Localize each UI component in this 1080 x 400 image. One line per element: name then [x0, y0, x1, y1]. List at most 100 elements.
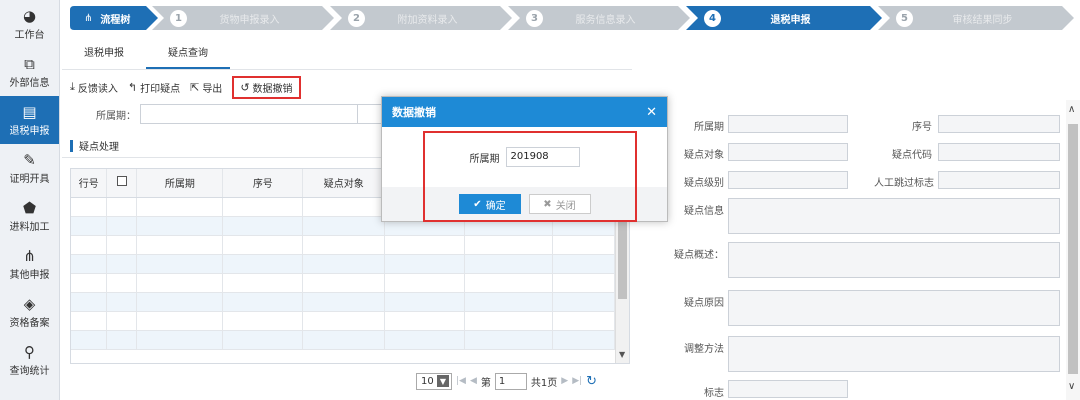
object-field[interactable]	[728, 143, 848, 161]
flag-field[interactable]	[728, 380, 848, 398]
method-field[interactable]	[728, 336, 1060, 372]
step-number: 3	[526, 9, 543, 27]
wizard-start[interactable]: ⋔ 流程树	[70, 6, 158, 30]
step-label: 货物申报录入	[219, 14, 280, 26]
level-field[interactable]	[728, 171, 848, 189]
summary-field[interactable]	[728, 242, 1060, 278]
first-page-icon[interactable]: |◀	[456, 376, 466, 386]
step-number: 2	[348, 9, 365, 27]
sitemap-icon: ⋔	[84, 12, 93, 24]
wizard-step-3[interactable]: 3 服务信息录入	[508, 6, 690, 30]
period-field[interactable]	[728, 115, 848, 133]
process-wizard: ⋔ 流程树 1 货物申报录入 2 附加资料录入 3 服务信息录入 4 退税申报 5 审核结果…	[62, 0, 1080, 36]
col-seq: 序号	[222, 169, 304, 198]
sidebar-item-label: 查询统计	[9, 365, 50, 377]
wizard-step-2[interactable]: 2 附加资料录入	[330, 6, 512, 30]
wizard-step-4[interactable]: 4 退税申报	[686, 6, 882, 30]
next-page-icon[interactable]: ▶	[561, 376, 568, 386]
undo-icon: ↺	[240, 80, 250, 94]
print-doubt-label: 打印疑点	[140, 83, 181, 95]
dialog-header: 数据撤销 ✕	[382, 97, 667, 127]
sidebar-item-processing[interactable]: ⬟ 进料加工	[0, 192, 59, 240]
wizard-step-5[interactable]: 5 审核结果同步	[878, 6, 1074, 30]
sidebar-item-label: 证明开具	[9, 173, 50, 185]
dialog-period-label: 所属期	[469, 153, 500, 165]
prev-page-icon[interactable]: ◀	[470, 376, 477, 386]
reason-label: 疑点原因	[684, 298, 724, 309]
period-filter-input[interactable]	[140, 104, 370, 124]
sidebar-item-workbench[interactable]: ◕ 工作台	[0, 0, 59, 48]
code-label: 疑点代码	[892, 150, 932, 161]
tab-doubt-query[interactable]: 疑点查询	[146, 40, 230, 69]
wizard-start-label: 流程树	[100, 14, 131, 26]
step-label: 退税申报	[770, 14, 811, 26]
sidebar-item-label: 退税申报	[9, 125, 50, 137]
export-button[interactable]: ⇱ 导出	[190, 80, 222, 95]
print-doubt-button[interactable]: ↰ 打印疑点	[128, 80, 180, 95]
col-period: 所属期	[136, 169, 224, 198]
last-page-icon[interactable]: ▶|	[572, 376, 582, 386]
manual-skip-label: 人工跳过标志	[874, 178, 934, 189]
sidebar: ◕ 工作台 ⧉ 外部信息 ▤ 退税申报 ✎ 证明开具 ⬟ 进料加工 ⋔ 其他申报 ◈ 资格备案…	[0, 0, 60, 400]
chevron-down-icon: ▼	[437, 375, 449, 387]
col-select-all[interactable]	[106, 169, 138, 198]
feedback-import-button[interactable]: ⤓ 反馈读入	[70, 80, 118, 95]
confirm-label: 确定	[485, 200, 506, 212]
close-icon[interactable]: ✕	[646, 105, 657, 120]
close-button[interactable]: ✖ 关闭	[528, 194, 591, 214]
reason-field[interactable]	[728, 290, 1060, 326]
cube-icon: ◈	[23, 294, 36, 313]
table-row[interactable]	[71, 311, 615, 331]
data-revoke-button[interactable]: ↺ 数据撤销	[232, 75, 301, 99]
page-number-input[interactable]: 1	[494, 372, 527, 390]
dialog-period-input[interactable]: 201908	[505, 147, 580, 167]
chevron-down-icon[interactable]: ∨	[1068, 381, 1075, 392]
confirm-button[interactable]: ✔ 确定	[458, 194, 521, 214]
sidebar-item-query-stats[interactable]: ⚲ 查询统计	[0, 336, 59, 384]
feedback-import-label: 反馈读入	[77, 83, 118, 95]
page-size-select[interactable]: 10 ▼	[416, 372, 452, 390]
seq-label: 序号	[912, 122, 932, 133]
export-label: 导出	[202, 83, 223, 95]
sitemap-icon: ⋔	[23, 246, 36, 265]
seq-field[interactable]	[938, 115, 1060, 133]
info-field[interactable]	[728, 198, 1060, 234]
reply-icon: ↰	[127, 80, 138, 94]
step-label: 服务信息录入	[575, 14, 636, 26]
section-title: 疑点处理	[79, 142, 119, 153]
period-filter-label: 所属期：	[96, 110, 136, 122]
sidebar-item-label: 资格备案	[9, 317, 50, 329]
col-object: 疑点对象	[302, 169, 386, 198]
sidebar-item-label: 外部信息	[9, 77, 50, 89]
select-all-checkbox[interactable]	[116, 176, 127, 187]
sidebar-item-qualification[interactable]: ◈ 资格备案	[0, 288, 59, 336]
refresh-icon[interactable]: ↻	[586, 374, 597, 389]
table-row[interactable]	[71, 330, 615, 350]
step-label: 附加资料录入	[397, 14, 458, 26]
scrollbar-thumb[interactable]	[618, 209, 627, 299]
sidebar-item-other-declaration[interactable]: ⋔ 其他申报	[0, 240, 59, 288]
flag-label: 标志	[704, 388, 724, 399]
share-icon: ⇱	[190, 80, 200, 94]
sidebar-item-external-info[interactable]: ⧉ 外部信息	[0, 48, 59, 96]
table-row[interactable]	[71, 235, 615, 255]
step-number: 4	[704, 9, 721, 27]
code-field[interactable]	[938, 143, 1060, 161]
table-row[interactable]	[71, 292, 615, 312]
wizard-step-1[interactable]: 1 货物申报录入	[152, 6, 334, 30]
tab-refund-declaration[interactable]: 退税申报	[62, 40, 146, 69]
chevron-down-icon[interactable]: ▼	[619, 350, 625, 359]
table-row[interactable]	[71, 273, 615, 293]
table-row[interactable]	[71, 254, 615, 274]
sidebar-item-certificate[interactable]: ✎ 证明开具	[0, 144, 59, 192]
chevron-up-icon[interactable]: ∧	[1068, 104, 1075, 115]
summary-label: 疑点概述：	[674, 250, 724, 261]
sidebar-item-refund-declaration[interactable]: ▤ 退税申报	[0, 96, 59, 144]
external-icon: ⧉	[24, 54, 35, 73]
pagination: 10 ▼ |◀ ◀ 第 1 共1页 ▶ ▶| ↻	[416, 372, 597, 390]
scrollbar-thumb[interactable]	[1068, 124, 1078, 374]
document-icon: ▤	[22, 102, 37, 121]
form-scrollbar[interactable]: ∧ ∨	[1066, 100, 1080, 400]
data-revoke-label: 数据撤销	[252, 83, 293, 95]
manual-skip-field[interactable]	[938, 171, 1060, 189]
